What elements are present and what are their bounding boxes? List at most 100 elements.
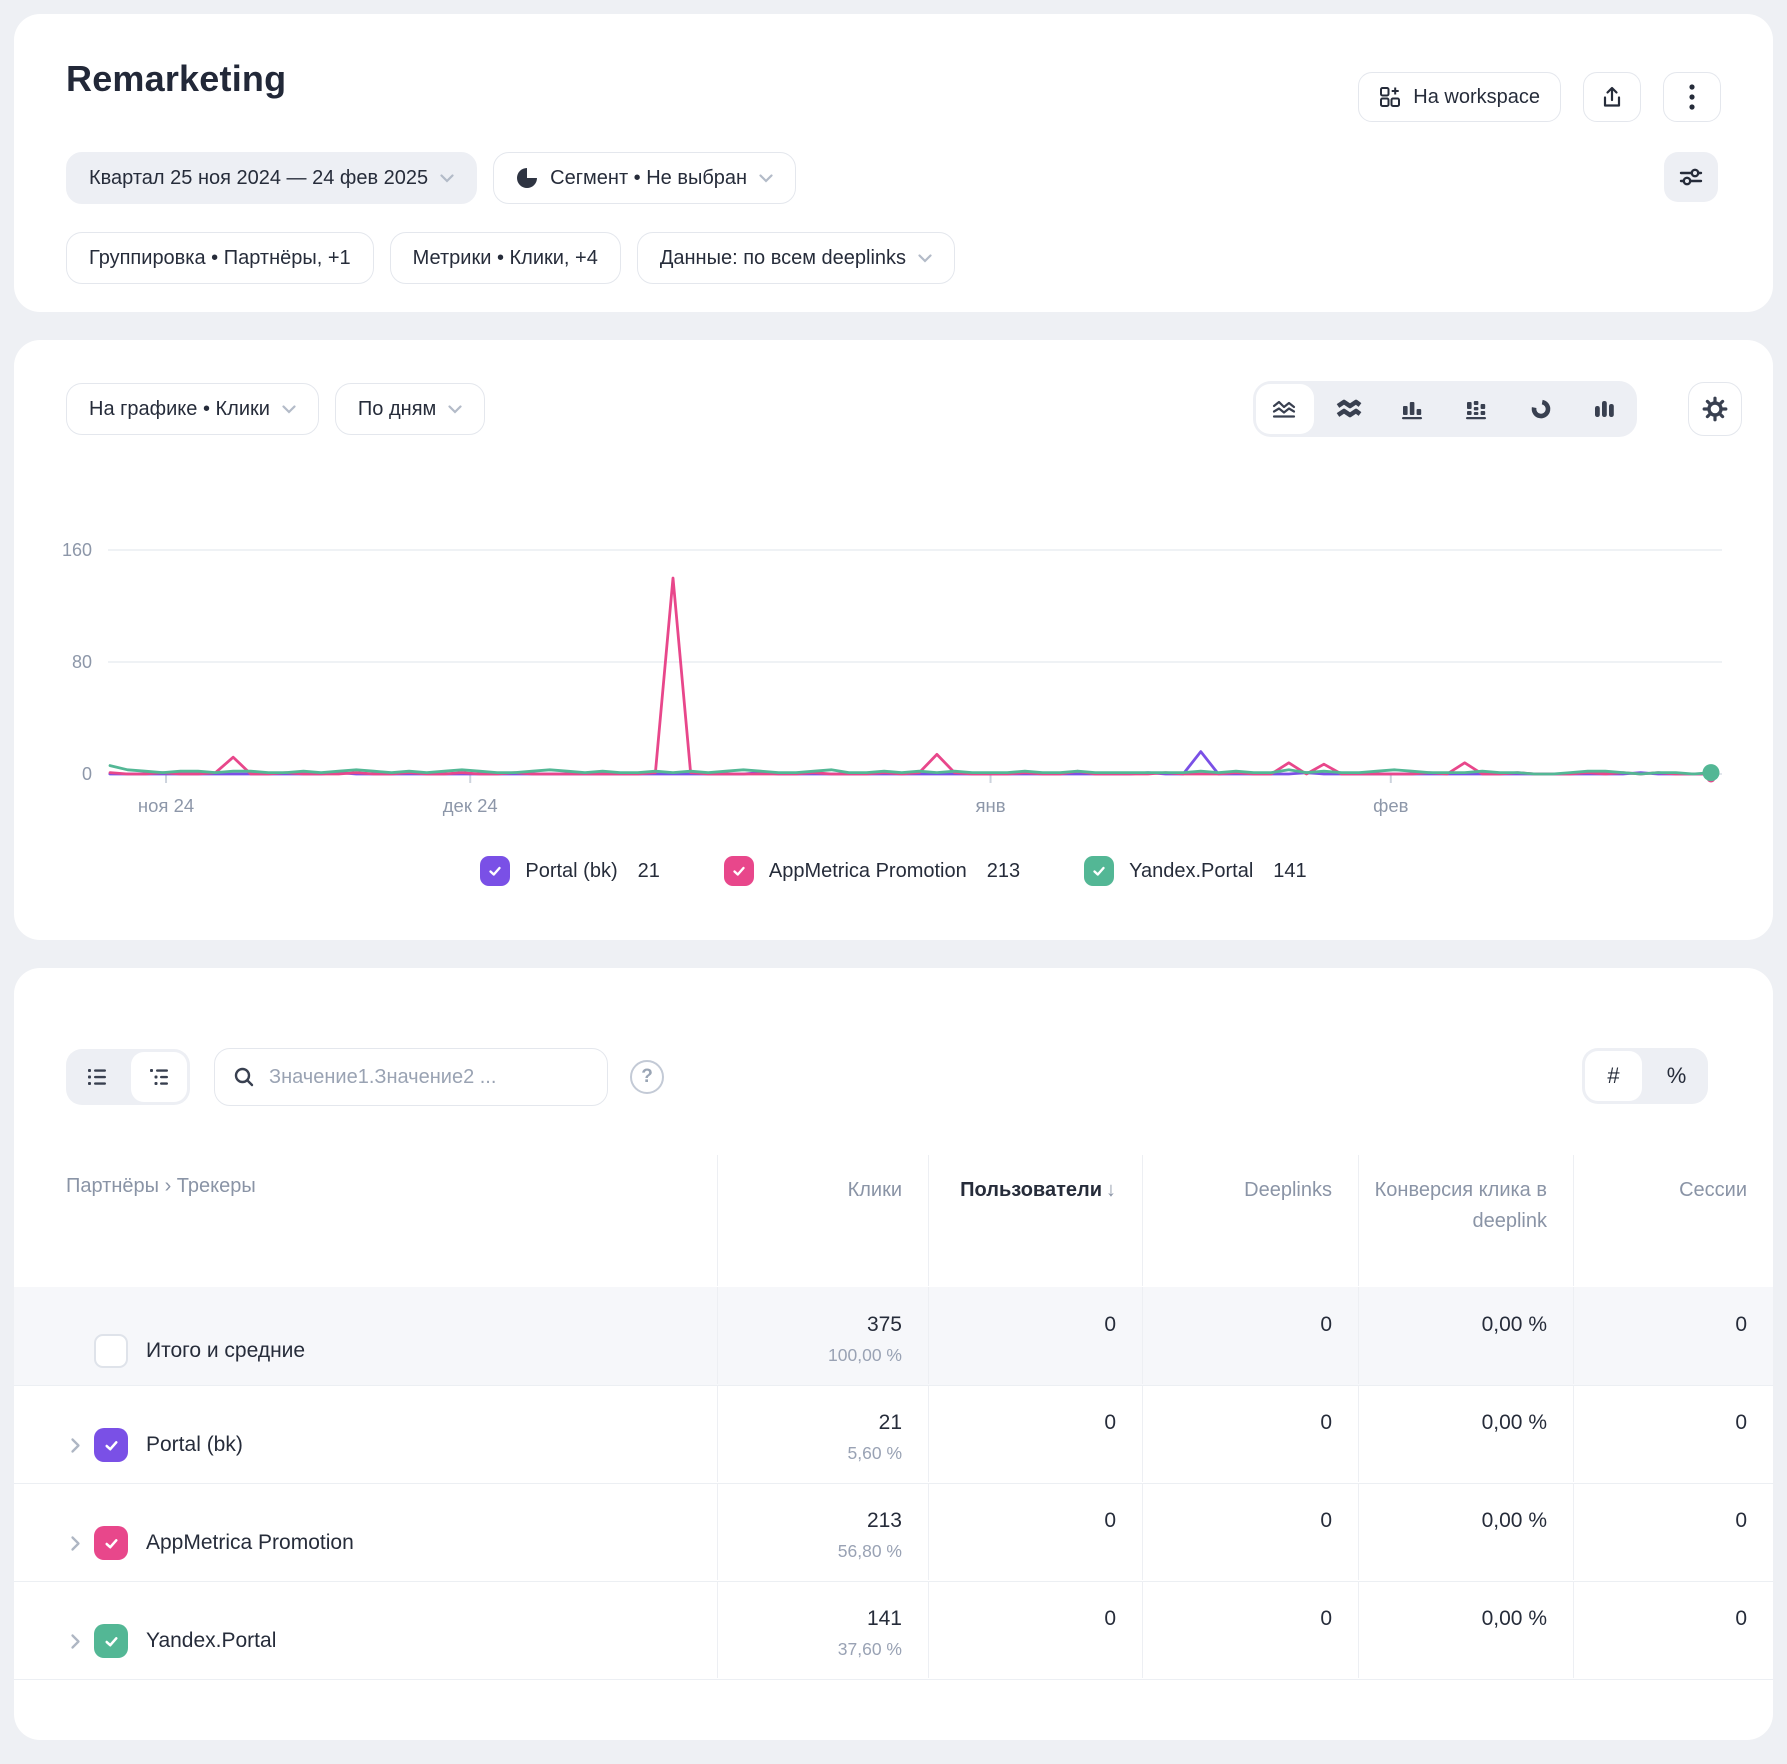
search-icon [233,1066,255,1088]
column-header-partners-trackers[interactable]: Партнёры › Трекеры [14,1155,717,1287]
clicks-line-chart[interactable]: 080160ноя 24дек 24янвфев [30,528,1750,840]
chart-type-stacked-bar-button[interactable] [1445,381,1509,437]
segment-pie-icon [516,167,538,189]
unit-percent-button[interactable]: % [1645,1048,1708,1104]
segment-chip[interactable]: Сегмент • Не выбран [493,152,796,204]
more-menu-button[interactable] [1663,72,1721,122]
column-header-conversion[interactable]: Конверсия клика в deeplink [1358,1155,1573,1286]
chart-type-columns-button[interactable] [1573,381,1637,437]
users-value: 0 [929,1581,1116,1631]
table-toolbar: ? [66,1048,664,1106]
row-label[interactable]: Yandex.Portal [146,1629,276,1653]
date-range-label: Квартал 25 ноя 2024 — 24 фев 2025 [89,167,428,190]
legend-item-appmetrica-promotion[interactable]: AppMetrica Promotion 213 [724,856,1020,886]
bar-chart-icon [1400,398,1426,420]
column-header-deeplinks[interactable]: Deeplinks [1142,1155,1358,1286]
users-value: 0 [929,1483,1116,1533]
chart-type-pie-button[interactable] [1509,381,1573,437]
date-range-chip[interactable]: Квартал 25 ноя 2024 — 24 фев 2025 [66,152,477,204]
clicks-percent: 37,60 % [718,1639,902,1660]
flat-list-view-button[interactable] [66,1049,128,1105]
expand-row-button[interactable] [70,1633,94,1650]
users-value: 0 [929,1385,1116,1435]
deeplinks-value: 0 [1143,1483,1332,1533]
table-row-appmetrica-promotion: AppMetrica Promotion 21356,80 % 0 0 0,00… [14,1483,1773,1582]
chevron-down-icon [282,405,296,414]
row-checkbox-checked[interactable] [94,1428,128,1462]
checkbox-checked-icon [480,856,510,886]
chart-metric-label: На графике • Клики [89,398,270,421]
column-header-users[interactable]: Пользователи↓ [928,1155,1142,1286]
legend-value: 21 [638,860,660,883]
workspace-button[interactable]: На workspace [1358,72,1561,122]
page-title: Remarketing [66,58,286,100]
metrics-chip[interactable]: Метрики • Клики, +4 [390,232,621,284]
chart-type-bar-button[interactable] [1381,381,1445,437]
unit-absolute-button[interactable]: # [1585,1051,1642,1101]
chart-granularity-dropdown[interactable]: По дням [335,383,485,435]
help-button[interactable]: ? [630,1060,664,1094]
svg-text:ноя 24: ноя 24 [138,795,194,816]
filters-row-1: Квартал 25 ноя 2024 — 24 фев 2025 Сегмен… [66,152,796,204]
svg-text:80: 80 [72,652,92,672]
chart-settings-button[interactable] [1688,382,1742,436]
sessions-value: 0 [1574,1483,1747,1533]
column-header-clicks[interactable]: Клики [717,1155,928,1286]
chart-metric-dropdown[interactable]: На графике • Клики [66,383,319,435]
conversion-value: 0,00 % [1359,1287,1547,1337]
sort-desc-icon: ↓ [1106,1179,1116,1201]
conversion-value: 0,00 % [1359,1581,1547,1631]
expand-row-button[interactable] [70,1437,94,1454]
metrics-label: Метрики • Клики, +4 [413,247,598,270]
table-row-yandex-portal: Yandex.Portal 141 37,60 % 0 0 0,00 % 0 [14,1581,1773,1680]
totals-checkbox[interactable] [94,1334,128,1368]
legend-label: Yandex.Portal [1129,860,1253,883]
share-button[interactable] [1583,72,1641,122]
settings-sliders-button[interactable] [1664,152,1718,202]
sessions-value: 0 [1574,1385,1747,1435]
clicks-value: 375 [718,1287,902,1337]
clicks-value: 213 [718,1483,902,1533]
chart-type-switcher [1253,381,1637,437]
report-header-card: Remarketing На workspace [14,14,1773,312]
checkbox-checked-icon [1084,856,1114,886]
chart-granularity-label: По дням [358,398,436,421]
clicks-percent: 5,60 % [718,1443,902,1464]
kebab-icon [1689,84,1695,110]
row-checkbox-checked[interactable] [94,1624,128,1658]
line-chart-icon [1272,398,1298,420]
table-header-row: Партнёры › Трекеры Клики Пользователи↓ D… [14,1155,1773,1288]
svg-text:янв: янв [976,795,1006,816]
filters-row-2: Группировка • Партнёры, +1 Метрики • Кли… [66,232,955,284]
row-label[interactable]: Portal (bk) [146,1433,243,1457]
tree-list-view-button[interactable] [131,1052,187,1102]
row-label[interactable]: AppMetrica Promotion [146,1531,354,1555]
table-row-portal-bk: Portal (bk) 215,60 % 0 0 0,00 % 0 [14,1385,1773,1484]
svg-text:160: 160 [62,540,92,560]
chart-legend: Portal (bk) 21 AppMetrica Promotion 213 … [14,856,1773,886]
tree-list-icon [147,1066,171,1088]
sessions-value: 0 [1574,1581,1747,1631]
legend-item-yandex-portal[interactable]: Yandex.Portal 141 [1084,856,1307,886]
expand-row-button[interactable] [70,1535,94,1552]
chart-type-stacked-area-button[interactable] [1317,381,1381,437]
grouping-chip[interactable]: Группировка • Партнёры, +1 [66,232,374,284]
share-icon [1601,85,1623,109]
search-input[interactable] [267,1065,589,1090]
view-mode-switcher [66,1049,190,1105]
conversion-value: 0,00 % [1359,1483,1547,1533]
clicks-percent: 100,00 % [718,1345,902,1366]
clicks-value: 141 [718,1581,902,1631]
deeplinks-value: 0 [1143,1581,1332,1631]
column-header-users-label: Пользователи [960,1179,1102,1201]
column-header-sessions[interactable]: Сессии [1573,1155,1773,1286]
chart-card: На графике • Клики По дням [14,340,1773,940]
dashboard-add-icon [1379,86,1401,108]
grouping-label: Группировка • Партнёры, +1 [89,247,351,270]
chevron-down-icon [759,174,773,183]
row-checkbox-checked[interactable] [94,1526,128,1560]
svg-text:0: 0 [82,764,92,784]
legend-item-portal-bk[interactable]: Portal (bk) 21 [480,856,660,886]
data-scope-chip[interactable]: Данные: по всем deeplinks [637,232,955,284]
chart-type-line-button[interactable] [1256,384,1314,434]
